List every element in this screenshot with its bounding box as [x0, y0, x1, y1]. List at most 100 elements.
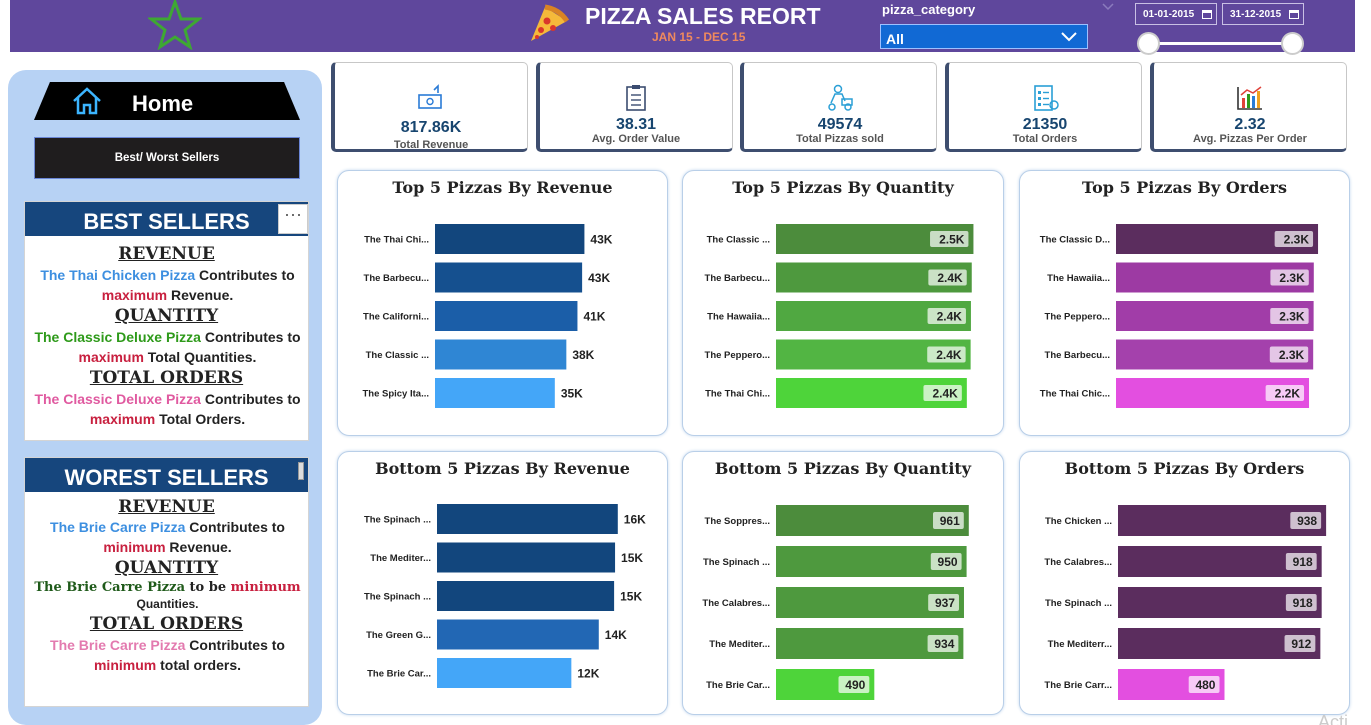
bar: [437, 581, 615, 611]
bar: [437, 619, 599, 650]
end-date-value: 31-12-2015: [1230, 9, 1282, 20]
category-label: The Brie Car...: [367, 669, 431, 680]
data-label: 2.5K: [939, 233, 965, 247]
data-label: 12K: [577, 667, 599, 681]
report-title: PIZZA SALES REORT: [585, 3, 821, 29]
best-revenue-text: The Thai Chicken Pizza Contributes to max…: [40, 267, 295, 303]
category-label: The Thai Chic...: [1040, 389, 1110, 400]
chart-bottom5-revenue: Bottom 5 Pizzas By Revenue The Spinach .…: [337, 451, 668, 715]
calendar-icon: [1202, 10, 1212, 19]
best-orders-text: The Classic Deluxe Pizza Contributes to m…: [34, 391, 301, 427]
category-label: The Classic ...: [707, 235, 770, 246]
more-options-button[interactable]: ···: [278, 204, 308, 234]
clipboard-icon: [626, 85, 646, 111]
data-label: 2.3K: [1284, 233, 1310, 247]
category-slicer-label: pizza_category: [882, 2, 976, 17]
category-label: The Classic D...: [1040, 235, 1110, 246]
bar: [435, 262, 583, 293]
data-label: 41K: [583, 310, 605, 324]
scrollbar[interactable]: [298, 462, 304, 480]
chevron-down-icon[interactable]: [1102, 2, 1114, 12]
best-revenue-title: REVENUE: [118, 244, 215, 264]
worst-revenue-title: REVENUE: [118, 497, 215, 517]
best-worst-sellers-button[interactable]: Best/ Worst Sellers: [34, 137, 300, 179]
best-sellers-panel: BEST SELLERS ··· REVENUE The Thai Chicke…: [24, 201, 309, 441]
worst-orders-title: TOTAL ORDERS: [89, 614, 244, 634]
worst-sellers-panel: WOREST SELLERS REVENUE The Brie Carre Pi…: [24, 457, 309, 707]
data-label: 480: [1195, 678, 1215, 692]
data-label: 14K: [605, 628, 627, 642]
kpi-value: 2.32: [1234, 116, 1266, 133]
category-label: The Barbecu...: [1045, 350, 1110, 361]
report-subtitle: JAN 15 - DEC 15: [652, 30, 746, 44]
order-list-icon: [1034, 85, 1059, 111]
category-label: The Thai Chi...: [705, 389, 770, 400]
chart-svg: The Chicken ... 938 The Calabres... 918 The …: [1044, 505, 1327, 700]
date-range-slider[interactable]: [1148, 42, 1293, 45]
data-label: 2.4K: [937, 271, 963, 285]
category-label: The Mediter...: [709, 639, 770, 650]
bar-chart-icon: [1237, 86, 1262, 110]
data-label: 918: [1293, 596, 1313, 610]
data-label: 2.3K: [1279, 271, 1305, 285]
home-icon: [73, 87, 101, 115]
data-label: 15K: [621, 551, 643, 565]
kpi-label: Total Pizzas sold: [796, 133, 884, 145]
chart-svg: The Thai Chi... 43K The Barbecu... 43K The C…: [362, 224, 613, 408]
category-label: The Barbecu...: [705, 273, 770, 284]
data-label: 43K: [590, 233, 612, 247]
data-label: 2.4K: [936, 348, 962, 362]
category-label: The Spinach ...: [364, 515, 431, 526]
data-label: 912: [1291, 637, 1311, 651]
data-label: 934: [934, 637, 954, 651]
kpi-avg-pizzas-per-order: 2.32 Avg. Pizzas Per Order: [1150, 62, 1347, 152]
chart-svg: The Spinach ... 16K The Mediter... 15K The S…: [364, 504, 646, 688]
bar: [437, 658, 572, 688]
calendar-icon: [1289, 10, 1299, 19]
chart-top5-revenue: Top 5 Pizzas By Revenue The Thai Chi... 4…: [337, 170, 668, 436]
kpi-total-pizzas-sold: 49574 Total Pizzas sold: [740, 62, 937, 152]
home-button[interactable]: Home: [34, 82, 300, 120]
category-label: The Hawaiia...: [1047, 273, 1110, 284]
watermark-text: Acti: [1318, 712, 1349, 725]
chart-bottom5-quantity: Bottom 5 Pizzas By Quantity The Soppres.…: [682, 451, 1004, 715]
kpi-label: Avg. Order Value: [591, 133, 681, 145]
chart-top5-quantity: Top 5 Pizzas By Quantity The Classic ...…: [682, 170, 1004, 436]
best-sellers-title: BEST SELLERS: [25, 202, 308, 236]
chart-top5-orders: Top 5 Pizzas By Orders The Classic D... 2…: [1019, 170, 1350, 436]
worst-revenue-text: The Brie Carre Pizza Contributes to minim…: [50, 519, 285, 555]
date-slider-end-handle[interactable]: [1281, 32, 1304, 55]
end-date-input[interactable]: 31-12-2015: [1222, 3, 1304, 25]
category-label: The Green G...: [366, 630, 431, 641]
star-icon: [148, 0, 202, 50]
best-quantity-title: QUANTITY: [114, 306, 219, 326]
data-label: 490: [845, 678, 865, 692]
date-slider-start-handle[interactable]: [1137, 32, 1160, 55]
chart-bottom5-orders: Bottom 5 Pizzas By Orders The Chicken ..…: [1019, 451, 1350, 715]
category-label: The Soppres...: [705, 516, 770, 527]
pizza-slice-icon: [531, 4, 569, 41]
category-label: The Mediter...: [370, 553, 431, 564]
category-label: The Barbecu...: [364, 273, 429, 284]
home-label: Home: [132, 91, 194, 116]
category-label: The Hawaiia...: [707, 312, 770, 323]
worst-quantity-text: The Brie Carre Pizza to be minimum Quanti…: [34, 580, 301, 611]
bar: [435, 224, 585, 254]
category-label: The Thai Chi...: [364, 235, 429, 246]
category-label: The Brie Carr...: [1044, 680, 1112, 691]
data-label: 2.3K: [1279, 310, 1305, 324]
start-date-input[interactable]: 01-01-2015: [1135, 3, 1217, 25]
category-label: The Spinach ...: [364, 592, 431, 603]
best-orders-title: TOTAL ORDERS: [89, 368, 244, 388]
worst-quantity-title: QUANTITY: [114, 558, 219, 578]
data-label: 15K: [620, 590, 642, 604]
bar: [437, 542, 616, 573]
money-icon: [418, 84, 442, 109]
category-dropdown[interactable]: All: [880, 24, 1088, 49]
bar: [437, 504, 618, 534]
data-label: 16K: [624, 513, 646, 527]
bar: [435, 301, 578, 331]
category-label: The Classic ...: [366, 350, 429, 361]
category-label: The Calabres...: [1044, 557, 1112, 568]
data-label: 918: [1293, 555, 1313, 569]
